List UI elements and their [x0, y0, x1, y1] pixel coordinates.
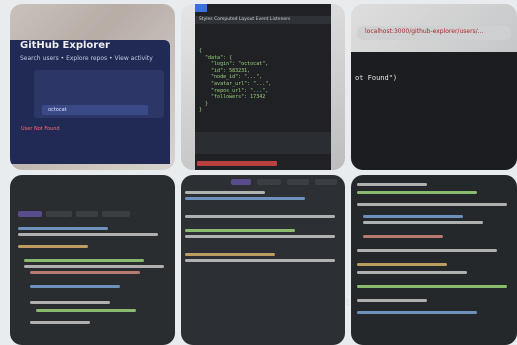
code-line — [357, 285, 507, 288]
address-text: localhost:3000/github-explorer/users/... — [365, 28, 484, 35]
app-title: GitHub Explorer — [20, 40, 110, 51]
code-line — [357, 249, 497, 252]
photo-devtools-json: Styles Computed Layout Event Listeners {… — [181, 4, 345, 170]
code-line — [30, 321, 90, 324]
code-line — [185, 215, 335, 218]
code-line — [24, 265, 164, 268]
code-line — [357, 263, 447, 266]
editor-tab[interactable] — [287, 179, 309, 185]
app-subtitle: Search users • Explore repos • View acti… — [20, 55, 153, 62]
code-line — [185, 197, 305, 200]
photo-code-editor-3 — [351, 175, 517, 345]
code-line — [357, 271, 467, 274]
code-line — [24, 259, 144, 262]
photo-code-editor-2 — [181, 175, 345, 345]
code-line — [363, 215, 463, 218]
code-line — [18, 245, 88, 248]
devtools-accent — [195, 4, 207, 12]
text-cursor-icon: I — [345, 298, 350, 307]
code-line — [357, 183, 427, 186]
code-line — [357, 311, 477, 314]
photo-code-editor-1 — [10, 175, 175, 345]
dark-page — [351, 52, 517, 170]
editor-tab[interactable] — [315, 179, 337, 185]
console-panel — [195, 132, 331, 154]
code-line — [357, 299, 427, 302]
code-line — [185, 235, 335, 238]
editor-tab[interactable] — [102, 211, 130, 217]
code-line — [30, 285, 120, 288]
code-line — [30, 271, 140, 274]
error-message: User Not Found — [21, 126, 60, 132]
not-found-text: ot Found") — [355, 74, 398, 82]
photo-laptop-github-explorer: GitHub Explorer Search users • Explore r… — [10, 4, 175, 170]
editor-tab[interactable] — [76, 211, 98, 217]
code-line — [185, 253, 275, 256]
editor-tab[interactable] — [231, 179, 251, 185]
code-line — [185, 229, 295, 232]
devtools-tabs[interactable]: Styles Computed Layout Event Listeners — [199, 17, 290, 22]
search-input[interactable]: octocat — [42, 105, 148, 115]
code-line — [185, 191, 265, 194]
photo-browser-not-found: localhost:3000/github-explorer/users/...… — [351, 4, 517, 170]
code-line — [363, 235, 443, 238]
code-line — [36, 309, 136, 312]
code-line — [357, 191, 477, 194]
code-line — [363, 221, 483, 224]
code-line — [30, 301, 110, 304]
json-response: { "data": { "login": "octocat", "id": 58… — [199, 48, 272, 114]
code-line — [18, 227, 108, 230]
editor-tab[interactable] — [257, 179, 281, 185]
code-line — [185, 259, 335, 262]
code-line — [18, 233, 158, 236]
code-line — [357, 203, 507, 206]
error-strip — [197, 161, 277, 166]
editor-tab[interactable] — [18, 211, 42, 217]
editor-tab[interactable] — [46, 211, 72, 217]
